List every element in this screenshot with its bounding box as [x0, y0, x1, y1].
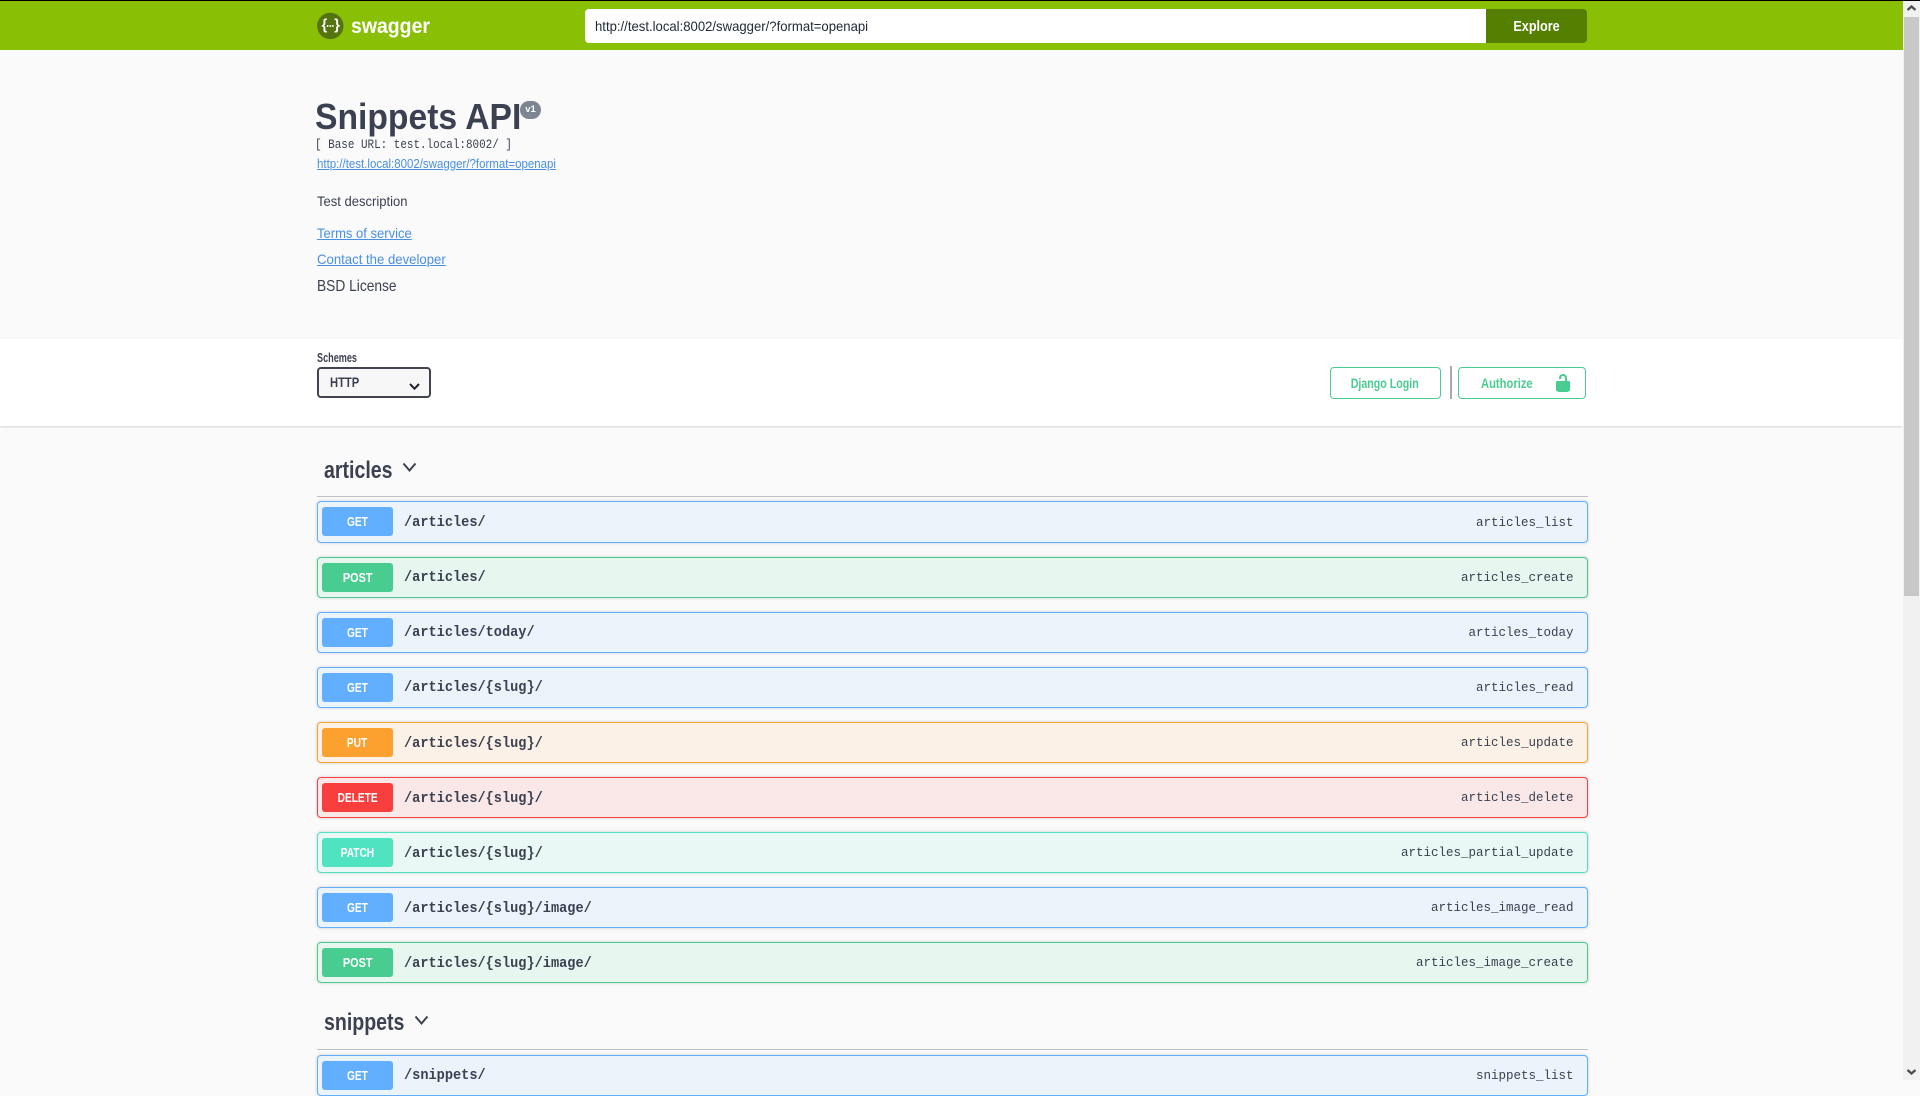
svg-text:}: } [334, 18, 340, 34]
svg-text:{: { [322, 18, 328, 34]
